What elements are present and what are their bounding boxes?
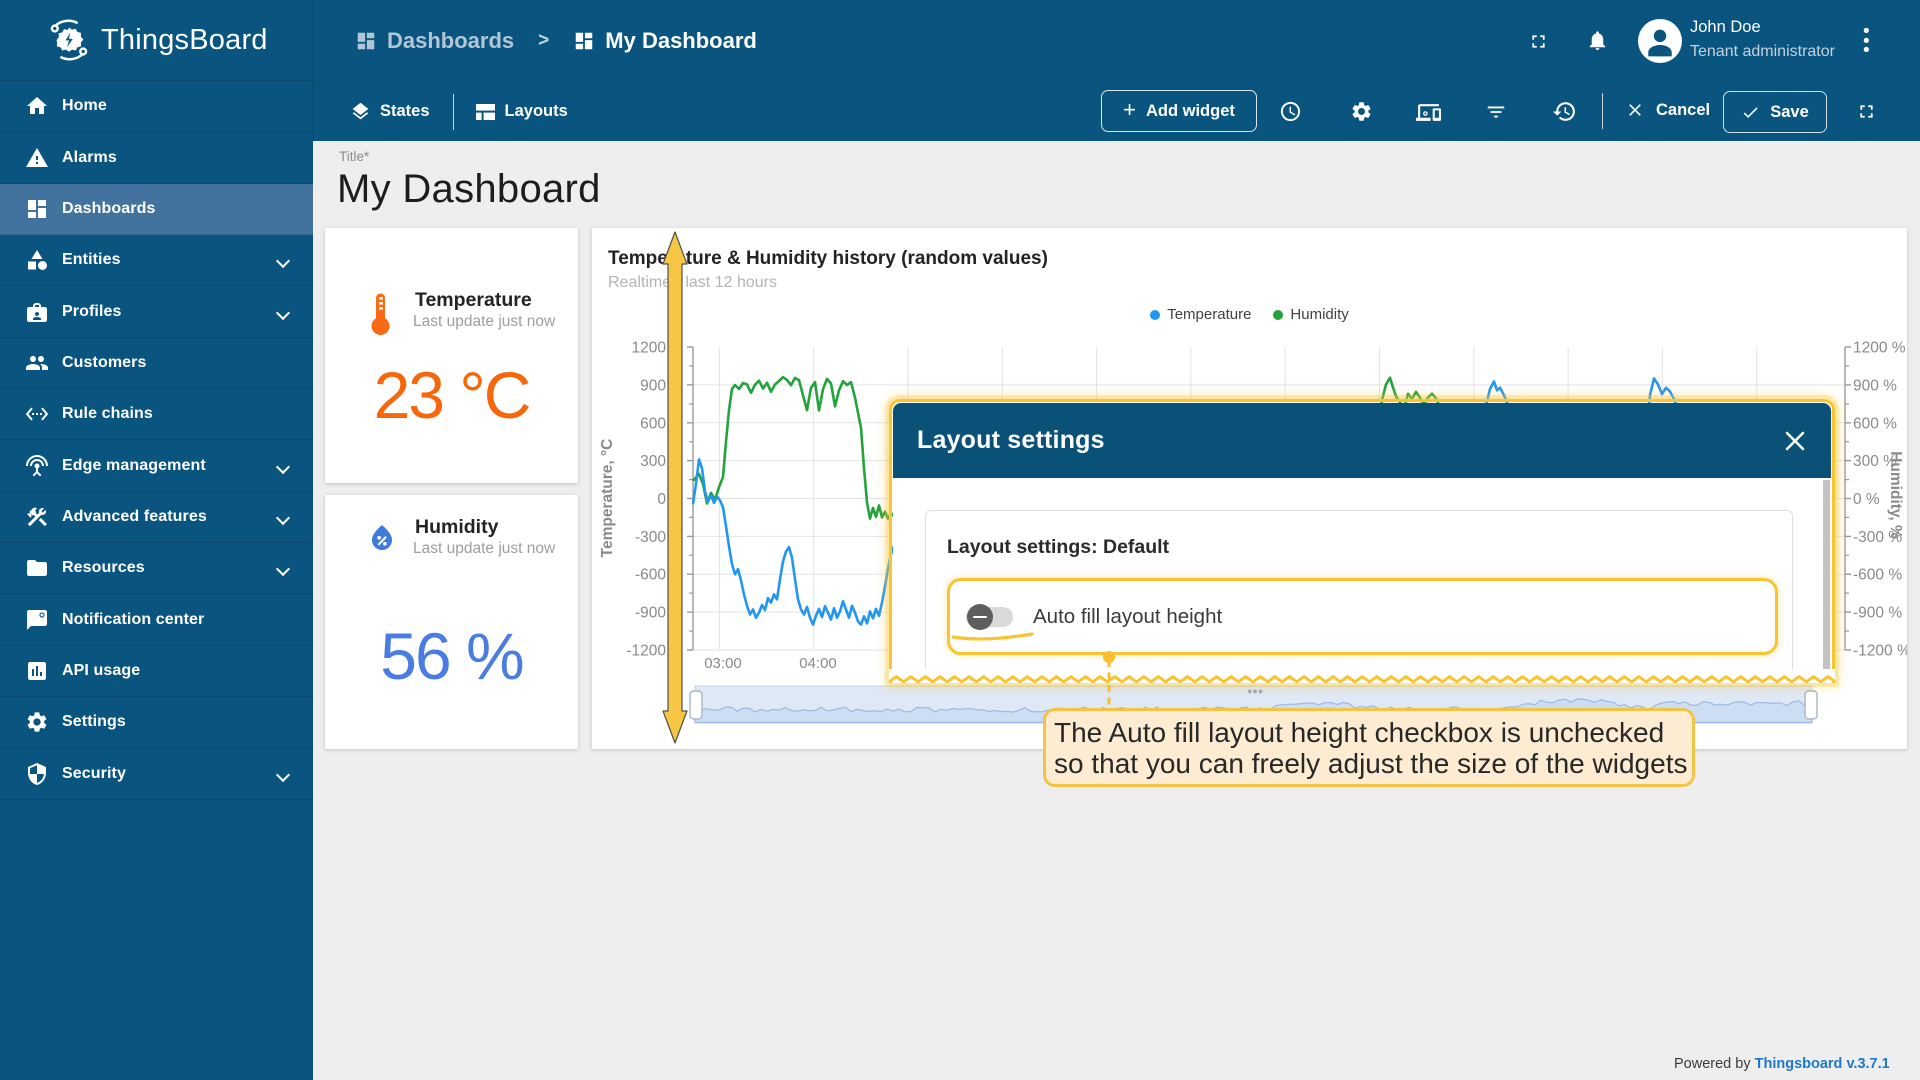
svg-text:03:00: 03:00 <box>704 655 742 672</box>
svg-text:600 %: 600 % <box>1853 415 1897 432</box>
svg-text:Temperature, °C: Temperature, °C <box>599 439 616 558</box>
svg-text:1200 %: 1200 % <box>1853 340 1906 357</box>
svg-text:04:00: 04:00 <box>799 655 837 672</box>
svg-text:-600 %: -600 % <box>1853 567 1902 584</box>
svg-text:-1200 %: -1200 % <box>1853 643 1907 660</box>
svg-text:-900 %: -900 % <box>1853 605 1902 622</box>
svg-text:900 %: 900 % <box>1853 377 1897 394</box>
svg-text:Humidity, %: Humidity, % <box>1887 451 1904 539</box>
svg-text:0 %: 0 % <box>1853 491 1880 508</box>
